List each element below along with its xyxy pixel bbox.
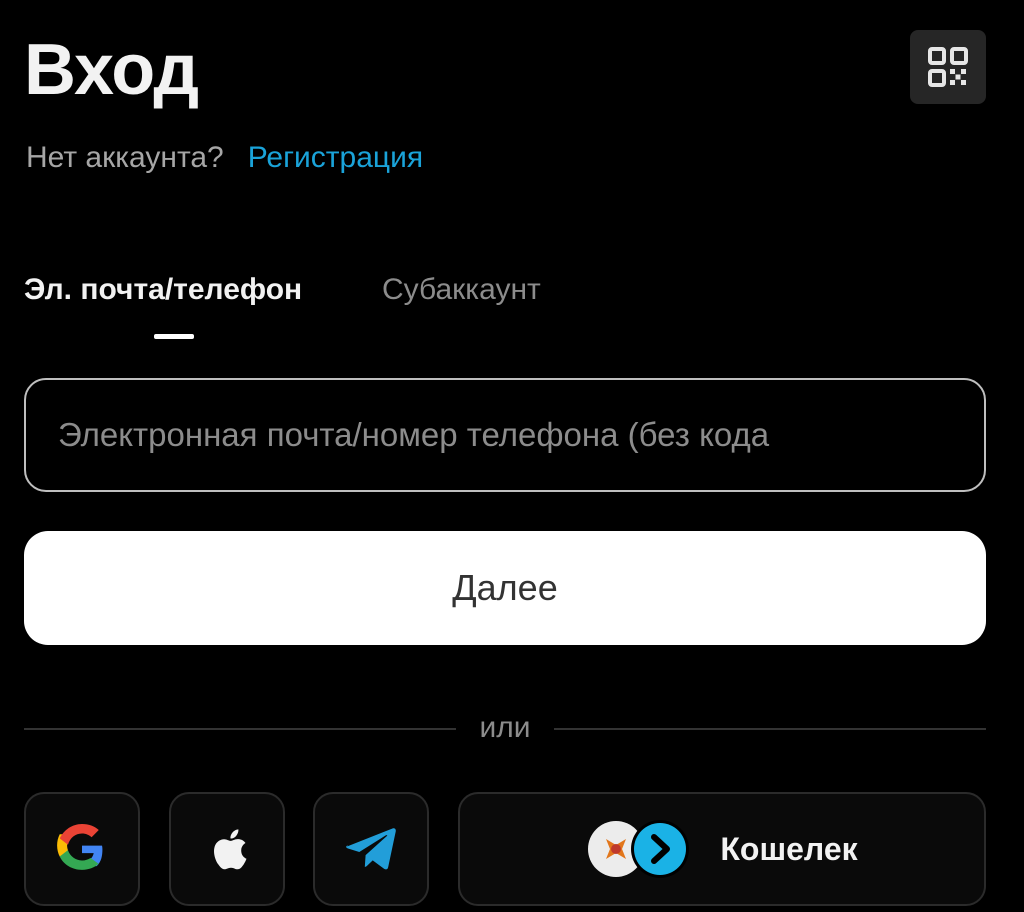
tab-subaccount[interactable]: Субаккаунт [382,268,541,312]
signup-question: Нет аккаунта? [26,141,224,174]
apple-icon [214,829,247,870]
page-title: Вход [24,30,199,110]
active-tab-indicator [154,334,194,339]
wallet-label: Кошелек [720,830,858,867]
qr-code-icon [928,47,968,87]
qr-login-button[interactable] [910,30,986,104]
divider-right [554,728,986,730]
wallet-logo-icon [588,820,690,878]
telegram-login-button[interactable] [313,792,429,906]
apple-login-button[interactable] [169,792,285,906]
wallet-icons [586,819,690,879]
email-phone-input[interactable] [26,380,984,490]
signup-link[interactable]: Регистрация [248,141,423,174]
wallet-login-button[interactable]: Кошелек [458,792,986,906]
signup-row: Нет аккаунта? Регистрация [26,138,423,178]
google-icon [57,824,103,870]
login-tabs: Эл. почта/телефон Субаккаунт [24,268,624,348]
divider-left [24,728,456,730]
tab-email-phone[interactable]: Эл. почта/телефон [24,268,302,312]
login-field-wrapper [24,378,986,492]
google-login-button[interactable] [24,792,140,906]
or-divider-label: или [479,711,531,744]
telegram-icon [346,828,396,870]
next-button[interactable]: Далее [24,531,986,645]
